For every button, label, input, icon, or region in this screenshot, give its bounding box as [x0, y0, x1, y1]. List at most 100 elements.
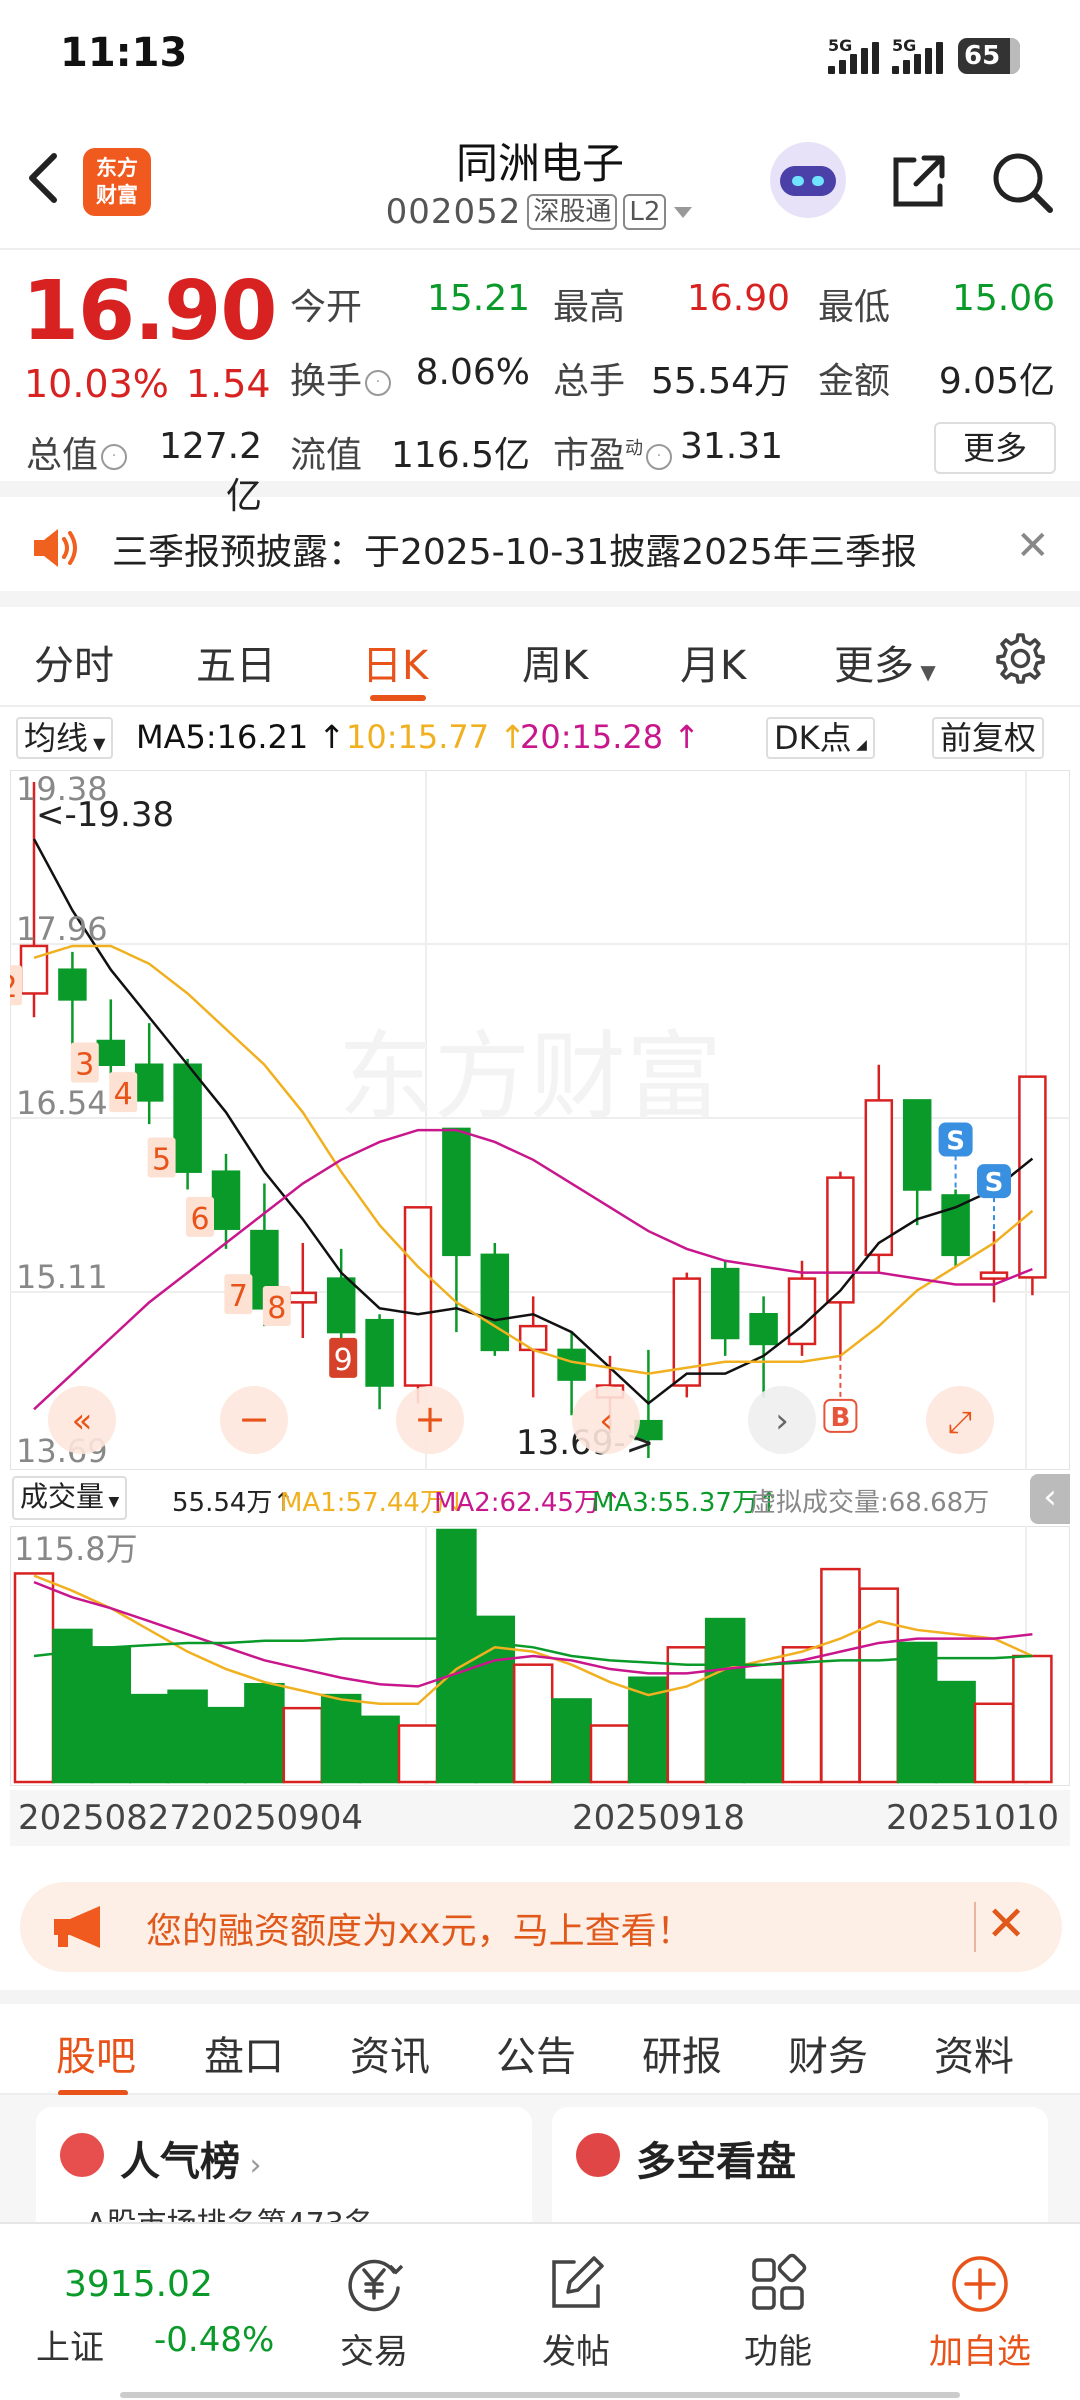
corner-caret-icon: ◢	[851, 737, 867, 753]
expand-icon: ⤢	[948, 1405, 972, 1440]
volume-bar	[90, 1646, 132, 1784]
more-button[interactable]: 更多	[934, 422, 1056, 474]
x-tick-label: 20250827	[18, 1798, 192, 1838]
chevron-right-icon: ›	[240, 2148, 262, 2183]
banner-divider	[974, 1902, 976, 1952]
tab-pankou[interactable]: 盘口	[204, 2024, 284, 2082]
candle	[1018, 1075, 1047, 1296]
tab-daily-k[interactable]: 日K	[362, 633, 428, 691]
candle-body	[211, 1170, 241, 1230]
volume-bar	[551, 1698, 592, 1784]
stock-code-row[interactable]: 002052 深股通 L2	[380, 192, 700, 232]
collapse-panel-button[interactable]: ‹	[1030, 1474, 1070, 1524]
volume-select[interactable]: 成交量 ▼	[12, 1476, 128, 1520]
logo-line2: 财富	[96, 183, 138, 207]
ma-select[interactable]: 均线 ▼	[16, 717, 114, 759]
candle-body	[173, 1063, 202, 1173]
signal-label: B	[830, 1403, 850, 1433]
share-icon[interactable]	[888, 150, 950, 212]
nav-add-watchlist[interactable]: 加自选	[910, 2324, 1050, 2373]
y-tick-label: 17.96	[16, 910, 108, 948]
candle-body	[1018, 1075, 1047, 1279]
volume-bar	[1012, 1654, 1053, 1784]
candlestick-chart[interactable]: 东方财富 19.38 17.96 16.54 15.11 13.69 <-19.…	[10, 770, 1070, 1470]
back-arrow-icon[interactable]	[20, 148, 70, 208]
turnover-value: 8.06%	[415, 352, 530, 393]
gear-icon[interactable]	[990, 629, 1046, 685]
signal-label: S	[985, 1168, 1004, 1198]
assistant-robot-icon[interactable]	[770, 142, 846, 218]
candle-body	[749, 1312, 778, 1346]
candle-body	[19, 944, 49, 995]
tab-five-day[interactable]: 五日	[196, 633, 276, 691]
eastmoney-logo[interactable]: 东方 财富	[83, 148, 151, 216]
card-title: 人气榜 ›	[120, 2139, 262, 2185]
high-value: 16.90	[686, 278, 790, 319]
logo-line1: 东方	[96, 156, 138, 180]
tab-profile[interactable]: 资料	[934, 2024, 1014, 2082]
volume-chart[interactable]: 115.8万	[10, 1526, 1070, 1786]
index-value[interactable]: 3915.02	[64, 2264, 213, 2305]
volume-bar	[973, 1702, 1015, 1784]
nav-trade[interactable]: 交易	[304, 2324, 444, 2373]
y-tick-label: 15.11	[16, 1258, 108, 1296]
tab-weekly-k[interactable]: 周K	[522, 633, 588, 691]
status-time: 11:13	[60, 30, 188, 76]
status-bar: 11:13 5G 5G 65	[0, 0, 1080, 110]
connect-tag: 深股通	[527, 194, 618, 230]
tab-announcements[interactable]: 公告	[496, 2024, 576, 2082]
close-icon[interactable]: ✕	[1016, 523, 1050, 569]
volume-bar	[743, 1678, 784, 1784]
high-label: 最高	[553, 287, 626, 328]
candle-body	[518, 1324, 548, 1352]
candle-body	[557, 1348, 586, 1381]
volume-bar	[896, 1641, 938, 1784]
trade-yuan-icon[interactable]	[342, 2252, 406, 2316]
volume-bar	[320, 1693, 362, 1784]
close-icon[interactable]: ✕	[986, 1896, 1026, 1952]
pe-label[interactable]: 市盈动 ·	[553, 426, 673, 478]
tab-research[interactable]: 研报	[642, 2024, 722, 2082]
market-cap-label[interactable]: 总值 ·	[26, 426, 128, 478]
notice-bar[interactable]: 三季报预披露：于2025-10-31披露2025年三季报 ✕	[0, 497, 1080, 607]
add-watchlist-icon[interactable]	[948, 2252, 1012, 2316]
tab-more[interactable]: 更多 ▼	[834, 633, 936, 691]
grid-functions-icon[interactable]	[746, 2252, 810, 2316]
signal-label: S	[946, 1127, 965, 1157]
tab-guba[interactable]: 股吧	[56, 2024, 136, 2082]
x-tick-label: 20251010	[886, 1798, 1060, 1838]
tab-monthly-k[interactable]: 月K	[680, 633, 746, 691]
tab-intraday[interactable]: 分时	[34, 633, 114, 691]
adjust-select[interactable]: 前复权	[932, 717, 1045, 759]
nav-post[interactable]: 发帖	[506, 2324, 646, 2373]
float-cap-label: 流值	[290, 435, 363, 476]
volume-bar	[128, 1693, 170, 1784]
ma-legend-bar: 均线 ▼ MA5:16.21 ↑ 10:15.77 ↑ 20:15.28 ↑ D…	[0, 710, 1080, 766]
tab-news[interactable]: 资讯	[350, 2024, 430, 2082]
info-icon: ·	[365, 370, 392, 396]
feature-cards: 人气榜 › A股市场排名第473名 多空看盘	[0, 2095, 1080, 2242]
volume-legend-bar: 成交量 ▼ 55.54万↑ MA1:57.44万↓ MA2:62.45万↑ MA…	[0, 1470, 1080, 1526]
margin-banner[interactable]: 您的融资额度为xx元，马上查看！ ✕	[20, 1882, 1062, 1972]
popularity-card[interactable]: 人气榜 › A股市场排名第473名	[36, 2107, 532, 2242]
ma10-value: 10:15.77 ↑	[346, 718, 527, 756]
battery-icon: 65	[958, 38, 1020, 74]
search-icon[interactable]	[990, 150, 1054, 214]
candle-body	[96, 1039, 126, 1067]
tab-finance[interactable]: 财务	[788, 2024, 868, 2082]
y-tick-label: 16.54	[16, 1084, 108, 1122]
edit-post-icon[interactable]	[544, 2252, 608, 2316]
nav-functions[interactable]: 功能	[708, 2324, 848, 2373]
open-label: 今开	[290, 287, 363, 328]
volume-bar	[13, 1572, 55, 1784]
stock-name: 同洲电子	[455, 139, 624, 188]
candle-body	[326, 1277, 356, 1334]
volume-bar	[858, 1587, 900, 1784]
banner-text: 您的融资额度为xx元，马上查看！	[146, 1911, 693, 1952]
volume-bar	[282, 1706, 324, 1784]
turnover-label[interactable]: 换手 ·	[290, 352, 392, 404]
volume-bar	[935, 1680, 976, 1784]
long-short-card[interactable]: 多空看盘	[552, 2107, 1048, 2237]
change-amount: 1.54	[186, 362, 271, 406]
dk-point-select[interactable]: DK点 ◢	[766, 717, 875, 759]
